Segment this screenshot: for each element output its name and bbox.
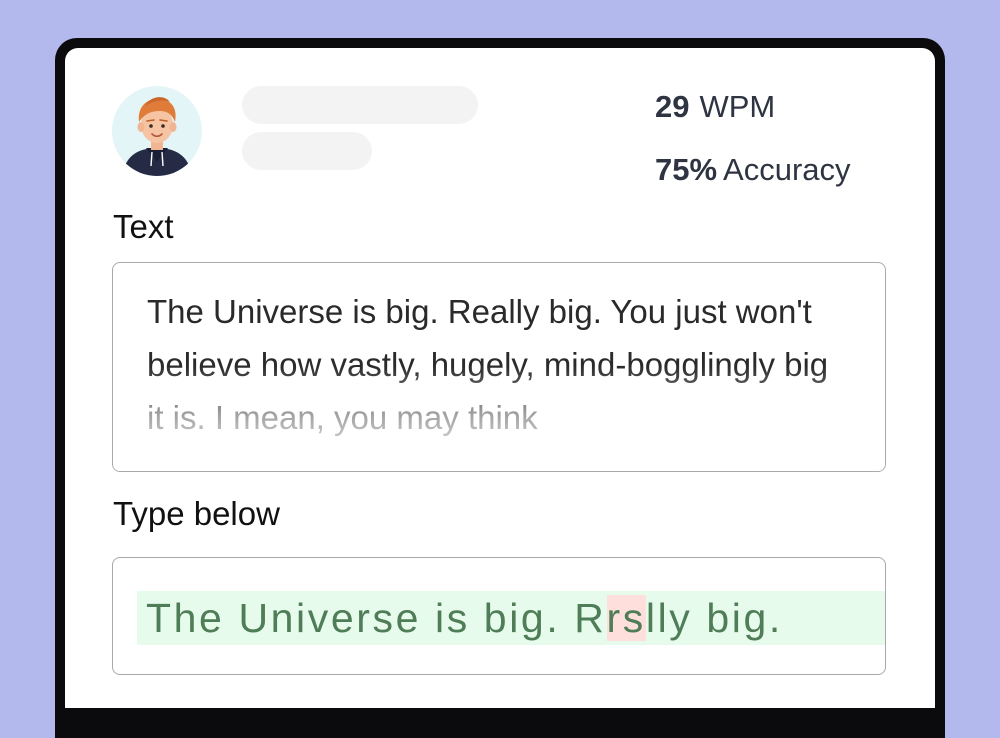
wpm-stat: 29 WPM: [655, 89, 775, 125]
typed-text: The Universe is big. Rrslly big.: [137, 591, 885, 645]
name-placeholder-bar: [242, 86, 478, 124]
typed-correct-start: The Universe is big. R: [146, 595, 607, 641]
wpm-value: 29: [655, 89, 690, 124]
avatar-icon: [122, 97, 192, 176]
typing-input[interactable]: The Universe is big. Rrslly big.: [112, 557, 886, 675]
accuracy-stat: 75% Accuracy: [655, 152, 851, 188]
typed-correct-end: lly big.: [645, 595, 783, 641]
source-text-box: The Universe is big. Really big. You jus…: [112, 262, 886, 472]
source-text: The Universe is big. Really big. You jus…: [147, 293, 829, 436]
type-section-label: Type below: [113, 495, 280, 532]
subtitle-placeholder-bar: [242, 132, 372, 170]
wpm-unit: WPM: [699, 89, 776, 124]
text-section-label: Text: [113, 208, 174, 245]
accuracy-value: 75%: [655, 152, 718, 187]
typed-error: rs: [606, 595, 646, 641]
accuracy-unit: Accuracy: [723, 152, 851, 187]
avatar[interactable]: [112, 86, 202, 176]
